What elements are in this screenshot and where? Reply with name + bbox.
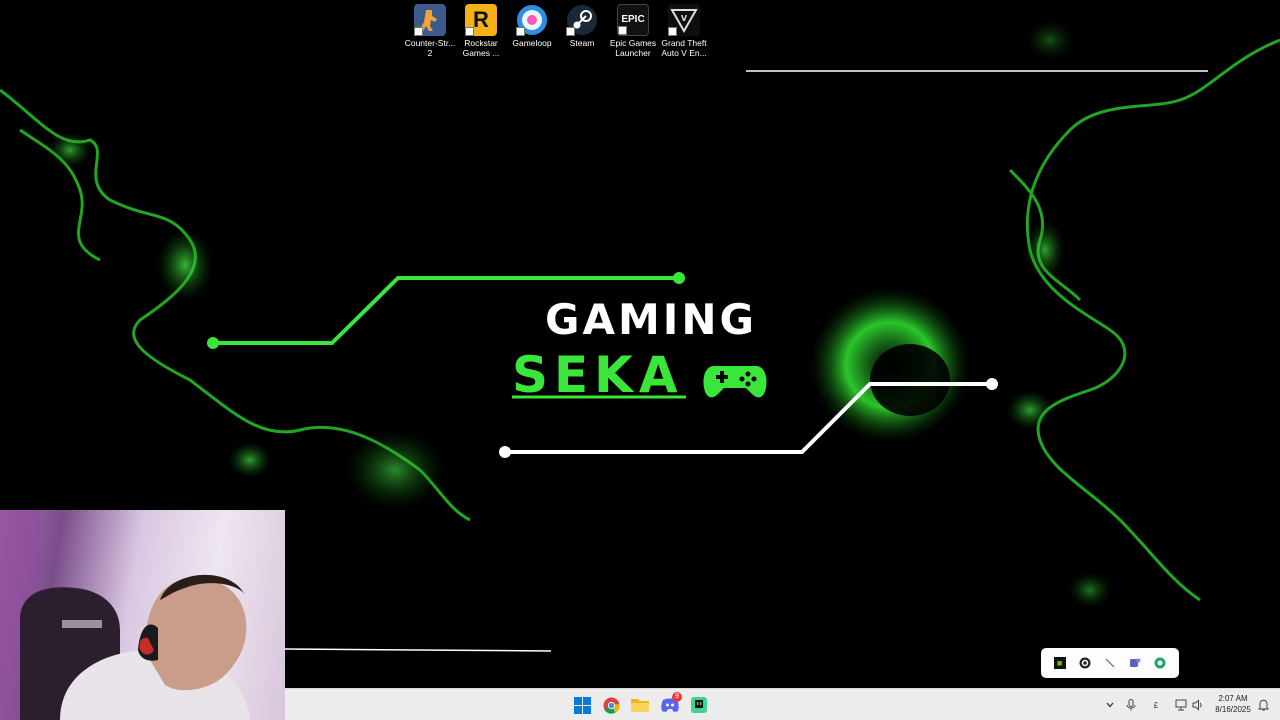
gta-v-icon: V <box>668 4 700 36</box>
twitch-studio-icon[interactable] <box>689 695 709 715</box>
wallpaper-title-gaming: GAMING <box>545 295 757 344</box>
taskbar: 9 £ 2:07 AM 8/16/2025 <box>285 688 1280 720</box>
desktop-icon-epic-games[interactable]: EPIC Epic Games Launcher <box>608 4 658 58</box>
webcam-overlay <box>0 510 285 720</box>
epic-games-icon: EPIC <box>617 4 649 36</box>
desktop-icon-label: Epic Games Launcher <box>609 38 657 58</box>
discord-badge: 9 <box>672 692 682 702</box>
tray-overflow-flyout: ■ <box>1041 648 1179 678</box>
rockstar-glyph: R <box>473 7 489 32</box>
epic-glyph: EPIC <box>621 14 645 25</box>
desktop-icon-gameloop[interactable]: Gameloop <box>507 4 557 48</box>
rockstar-games-icon: R <box>465 4 497 36</box>
steam-icon <box>566 4 598 36</box>
taskbar-clock[interactable]: 2:07 AM 8/16/2025 <box>1210 693 1256 715</box>
nvidia-icon[interactable]: ■ <box>1053 657 1066 669</box>
desktop-icon-gta-v[interactable]: V Grand Theft Auto V En... <box>659 4 709 58</box>
language-indicator[interactable]: £ <box>1149 698 1163 712</box>
steelseries-icon[interactable] <box>1079 657 1091 669</box>
teams-icon[interactable] <box>1129 657 1141 669</box>
desktop-icon-label: Steam <box>569 38 595 48</box>
edge-update-icon[interactable] <box>1154 657 1166 669</box>
clock-date: 8/16/2025 <box>1215 705 1251 714</box>
clock-time: 2:07 AM <box>1218 694 1248 703</box>
chrome-icon[interactable] <box>601 695 621 715</box>
desktop-icon-label: Grand Theft Auto V En... <box>661 38 707 58</box>
desktop-icon-rockstar-games[interactable]: R Rockstar Games ... <box>456 4 506 58</box>
desktop-icon-label: Counter-Str... 2 <box>404 38 456 58</box>
desktop-icon-label: Rockstar Games ... <box>462 38 500 58</box>
pen-icon[interactable] <box>1104 657 1116 669</box>
network-icon[interactable] <box>1174 698 1188 712</box>
desktop-icon-counter-strike-2[interactable]: Counter-Str... 2 <box>405 4 455 58</box>
svg-text:V: V <box>681 14 688 23</box>
microphone-icon[interactable] <box>1124 698 1138 712</box>
file-explorer-icon[interactable] <box>630 695 650 715</box>
windows-start-icon[interactable] <box>572 695 592 715</box>
desktop-icon-steam[interactable]: Steam <box>557 4 607 48</box>
gameloop-icon <box>516 4 548 36</box>
notification-bell-icon[interactable] <box>1256 698 1270 712</box>
wallpaper-title-seka: SEKA <box>512 346 684 404</box>
desktop-icon-label: Gameloop <box>512 38 552 48</box>
volume-icon[interactable] <box>1191 698 1205 712</box>
counter-strike-2-icon <box>414 4 446 36</box>
chevron-up-icon[interactable] <box>1103 698 1117 712</box>
